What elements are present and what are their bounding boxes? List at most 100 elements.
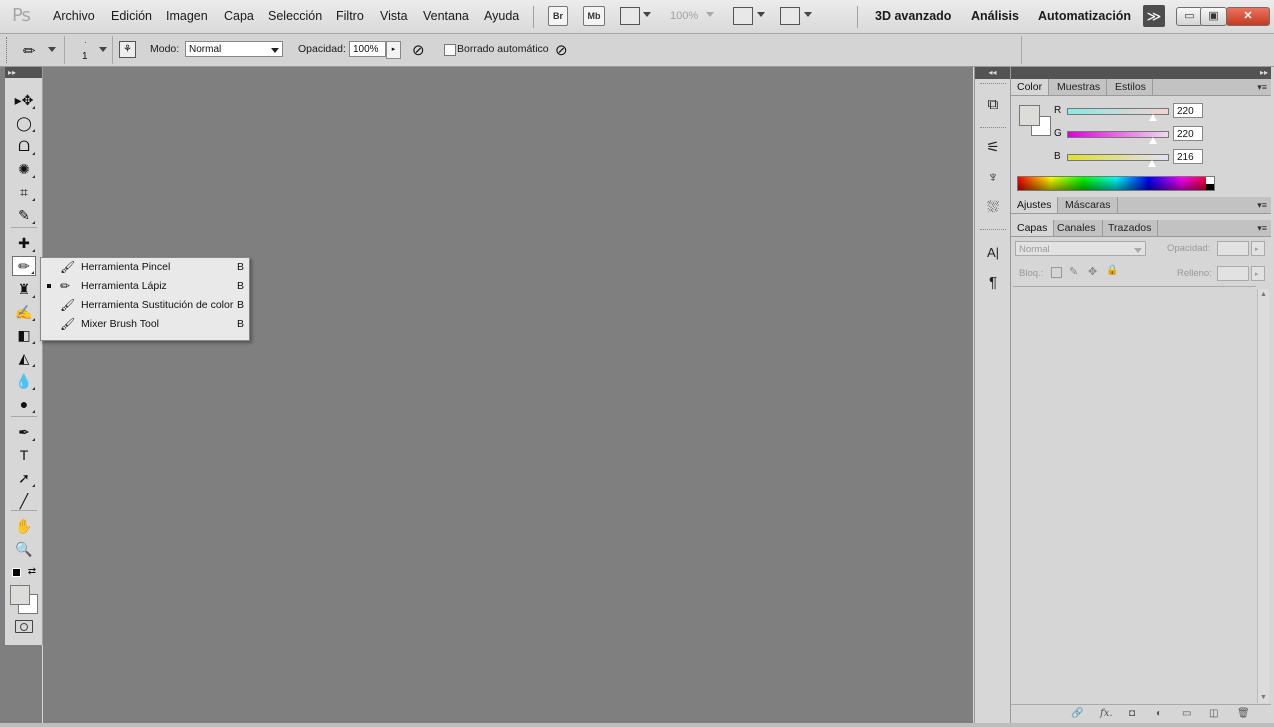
mode-select[interactable]: Normal	[185, 41, 283, 57]
chevron-down-icon[interactable]	[706, 12, 714, 17]
marquee-tool-button[interactable]: ◯	[12, 113, 36, 133]
color-channel-value-input[interactable]: 220	[1173, 103, 1203, 118]
pressure-opacity-icon[interactable]: ⊘	[412, 41, 425, 59]
history-brush-tool-button[interactable]: ✍	[12, 302, 36, 322]
zoom-level[interactable]: 100%	[670, 10, 698, 22]
blur-tool-button[interactable]: 💧	[12, 371, 36, 391]
menu-ventana[interactable]: Ventana	[423, 9, 469, 23]
tool-preset-icon[interactable]: ✏	[23, 42, 36, 60]
quick-selection-tool-button[interactable]: ✺	[12, 159, 36, 179]
canvas-area[interactable]	[43, 67, 973, 723]
brush-panel-icon[interactable]: ♆	[982, 167, 1004, 187]
dock-grip[interactable]	[980, 127, 1006, 131]
dodge-tool-button[interactable]: ●	[12, 394, 36, 414]
brush-size-value[interactable]: 1	[82, 51, 88, 62]
move-tool-button[interactable]: ▸✥	[12, 90, 36, 110]
mini-bridge-button[interactable]: Mb	[583, 6, 605, 26]
paragraph-panel-icon[interactable]: ¶	[982, 272, 1004, 292]
workspace-analisis[interactable]: Análisis	[971, 9, 1019, 23]
flyout-item-pincel[interactable]: 🖌 Herramienta Pincel B	[41, 258, 249, 277]
eraser-tool-button[interactable]: ◧	[12, 325, 36, 345]
options-bar-grip[interactable]	[6, 37, 10, 63]
swap-colors-icon[interactable]: ⇄	[26, 565, 38, 577]
healing-brush-tool-button[interactable]: ✚	[12, 233, 36, 253]
pencil-tool-button[interactable]: ✏	[12, 256, 36, 276]
menu-filtro[interactable]: Filtro	[336, 9, 364, 23]
panel-menu-icon[interactable]: ▾≡	[1257, 82, 1267, 93]
type-tool-button[interactable]: T	[12, 445, 36, 465]
tab-estilos[interactable]: Estilos	[1109, 79, 1153, 95]
flyout-item-lapiz[interactable]: ✏ Herramienta Lápiz B	[41, 277, 249, 296]
adjustment-layer-icon[interactable]: ◐	[1156, 708, 1162, 719]
menu-vista[interactable]: Vista	[380, 9, 408, 23]
new-layer-icon[interactable]: ◫	[1209, 708, 1218, 719]
eyedropper-tool-button[interactable]: ✎	[12, 205, 36, 225]
crop-tool-button[interactable]: ⌗	[12, 182, 36, 202]
menu-capa[interactable]: Capa	[224, 9, 254, 23]
delete-layer-icon[interactable]: 🗑	[1237, 708, 1250, 719]
brush-panel-toggle-icon[interactable]: ⚘	[119, 41, 136, 58]
layer-opacity-input[interactable]	[1217, 241, 1249, 256]
lock-all-icon[interactable]: 🔒	[1106, 265, 1118, 276]
close-button[interactable]: ✕	[1226, 7, 1270, 26]
tab-color[interactable]: Color	[1011, 79, 1050, 95]
opacity-input[interactable]: 100%	[349, 41, 386, 57]
extras-icon[interactable]	[620, 7, 640, 25]
color-channel-value-input[interactable]: 216	[1173, 149, 1203, 164]
minimize-button[interactable]: ▭	[1176, 7, 1203, 26]
color-channel-value-input[interactable]: 220	[1173, 126, 1203, 141]
tab-canales[interactable]: Canales	[1051, 220, 1103, 236]
flyout-item-mixer-brush[interactable]: 🖌 Mixer Brush Tool B	[41, 315, 249, 334]
new-group-icon[interactable]: ▭	[1182, 708, 1191, 719]
history-panel-icon[interactable]: ⧉	[982, 94, 1004, 114]
layer-style-icon[interactable]: fx.	[1100, 708, 1113, 719]
chevron-down-icon[interactable]	[804, 12, 812, 17]
color-spectrum-bar[interactable]	[1017, 176, 1215, 191]
layer-opacity-slider-toggle[interactable]: ▸	[1251, 241, 1265, 256]
chevron-down-icon[interactable]	[643, 12, 651, 17]
panel-menu-icon[interactable]: ▾≡	[1257, 223, 1267, 234]
lock-position-icon[interactable]: ✥	[1088, 265, 1097, 278]
panel-menu-icon[interactable]: ▾≡	[1257, 200, 1267, 211]
lock-pixels-icon[interactable]: ✎	[1069, 265, 1078, 278]
brush-presets-icon[interactable]: ⚟	[982, 137, 1004, 157]
layers-list[interactable]	[1013, 286, 1256, 703]
menu-seleccion[interactable]: Selección	[268, 9, 322, 23]
foreground-color-swatch[interactable]	[10, 585, 30, 605]
menu-archivo[interactable]: Archivo	[53, 9, 95, 23]
chevron-down-icon[interactable]	[48, 47, 56, 52]
layers-scrollbar[interactable]: ▲ ▼	[1257, 289, 1269, 703]
slider-thumb-icon[interactable]	[1148, 113, 1158, 122]
hand-tool-button[interactable]: ✋	[12, 516, 36, 536]
screen-mode-icon[interactable]	[780, 7, 800, 25]
flyout-item-sustitucion-color[interactable]: 🖌 Herramienta Sustitución de color B	[41, 296, 249, 315]
lasso-tool-button[interactable]: ᗝ	[12, 136, 36, 156]
arrange-documents-icon[interactable]	[733, 7, 753, 25]
auto-erase-checkbox[interactable]	[444, 44, 456, 56]
opacity-slider-toggle[interactable]: ▸	[386, 41, 401, 59]
character-panel-icon[interactable]: A|	[982, 242, 1004, 262]
add-mask-icon[interactable]: ◘	[1129, 708, 1135, 719]
line-tool-button[interactable]: ╱	[12, 491, 36, 511]
brush-tip-dot[interactable]: ·	[84, 38, 87, 47]
paint-bucket-tool-button[interactable]: ◭	[12, 348, 36, 368]
layer-blend-mode-select[interactable]: Normal	[1015, 241, 1146, 256]
tab-mascaras[interactable]: Máscaras	[1059, 197, 1118, 213]
slider-thumb-icon[interactable]	[1148, 136, 1158, 145]
pressure-size-icon[interactable]: ⊘	[555, 41, 568, 59]
default-colors-icon[interactable]	[11, 567, 21, 577]
dock-grip[interactable]	[980, 229, 1006, 233]
menu-ayuda[interactable]: Ayuda	[484, 9, 519, 23]
chevron-down-icon[interactable]	[757, 12, 765, 17]
menu-edicion[interactable]: Edición	[111, 9, 152, 23]
quick-mask-icon[interactable]	[12, 619, 36, 633]
slider-thumb-icon[interactable]	[1147, 159, 1157, 168]
fill-input[interactable]	[1217, 266, 1249, 281]
tab-capas[interactable]: Capas	[1011, 220, 1055, 236]
path-selection-tool-button[interactable]: ➚	[12, 468, 36, 488]
chevron-down-icon[interactable]	[99, 47, 107, 52]
zoom-tool-button[interactable]: 🔍	[12, 539, 36, 559]
restore-button[interactable]: ▣	[1200, 7, 1227, 26]
menu-imagen[interactable]: Imagen	[166, 9, 208, 23]
fill-slider-toggle[interactable]: ▸	[1251, 266, 1265, 281]
